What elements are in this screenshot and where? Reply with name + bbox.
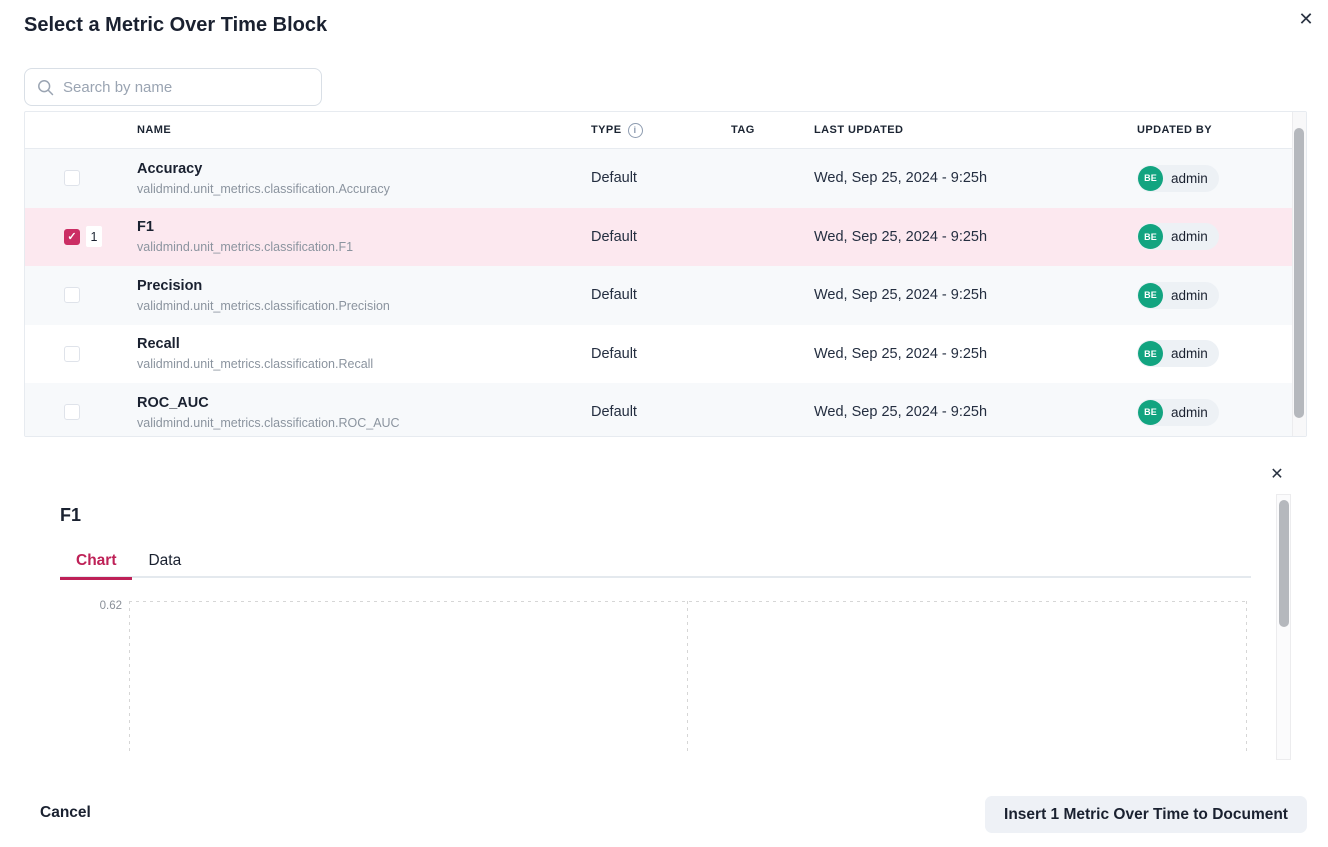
metric-id: validmind.unit_metrics.classification.RO… <box>137 416 591 430</box>
metric-id: validmind.unit_metrics.classification.Re… <box>137 357 591 371</box>
chart-border-left <box>129 601 130 755</box>
insert-button[interactable]: Insert 1 Metric Over Time to Document <box>985 796 1307 833</box>
metric-type: Default <box>591 170 731 186</box>
column-header-type: TYPEi <box>591 123 731 138</box>
metric-name: Precision <box>137 278 591 294</box>
avatar: BE <box>1138 283 1163 308</box>
metric-last-updated: Wed, Sep 25, 2024 - 9:25h <box>814 229 1137 245</box>
metric-name: F1 <box>137 219 591 235</box>
avatar: BE <box>1138 166 1163 191</box>
metric-id: validmind.unit_metrics.classification.Pr… <box>137 299 591 313</box>
updated-by-badge: BEadmin <box>1137 399 1219 426</box>
metric-id: validmind.unit_metrics.classification.Ac… <box>137 182 591 196</box>
table-row-f1[interactable]: ✓ 1 F1 validmind.unit_metrics.classifica… <box>25 208 1292 267</box>
metric-name: Accuracy <box>137 161 591 177</box>
updated-by-badge: BEadmin <box>1137 165 1219 192</box>
table-row-recall[interactable]: Recall validmind.unit_metrics.classifica… <box>25 325 1292 384</box>
column-header-updated-by: UPDATED BY <box>1137 124 1292 136</box>
tab-chart[interactable]: Chart <box>60 543 132 578</box>
preview-scrollbar-thumb[interactable] <box>1279 500 1289 627</box>
chart-border-right <box>1246 601 1247 755</box>
row-checkbox[interactable] <box>64 170 80 186</box>
avatar: BE <box>1138 224 1163 249</box>
tab-data[interactable]: Data <box>132 543 197 578</box>
updated-by-badge: BEadmin <box>1137 223 1219 250</box>
chart-gridline-mid <box>687 601 688 755</box>
table-row-precision[interactable]: Precision validmind.unit_metrics.classif… <box>25 266 1292 325</box>
metric-type: Default <box>591 404 731 420</box>
row-checkbox[interactable] <box>64 404 80 420</box>
metric-name: ROC_AUC <box>137 395 591 411</box>
avatar: BE <box>1138 341 1163 366</box>
metrics-table: NAME TYPEi TAG LAST UPDATED UPDATED BY A… <box>24 111 1307 437</box>
cancel-button[interactable]: Cancel <box>40 804 91 822</box>
close-icon[interactable]: ✕ <box>1293 6 1319 32</box>
metric-last-updated: Wed, Sep 25, 2024 - 9:25h <box>814 404 1137 420</box>
column-header-last-updated: LAST UPDATED <box>814 124 1137 136</box>
avatar: BE <box>1138 400 1163 425</box>
metric-last-updated: Wed, Sep 25, 2024 - 9:25h <box>814 287 1137 303</box>
preview-title: F1 <box>60 505 81 526</box>
select-metric-modal: Select a Metric Over Time Block ✕ NAME T… <box>0 0 1328 847</box>
metric-type: Default <box>591 346 731 362</box>
search-icon <box>37 79 54 96</box>
metric-type: Default <box>591 287 731 303</box>
metric-id: validmind.unit_metrics.classification.F1 <box>137 240 591 254</box>
metric-last-updated: Wed, Sep 25, 2024 - 9:25h <box>814 170 1137 186</box>
chart-plot-area <box>129 601 1247 755</box>
column-header-tag: TAG <box>731 124 814 136</box>
row-checkbox-checked[interactable]: ✓ <box>64 229 80 245</box>
updated-by-badge: BEadmin <box>1137 340 1219 367</box>
metric-name: Recall <box>137 336 591 352</box>
search-input[interactable] <box>63 79 309 96</box>
metric-last-updated: Wed, Sep 25, 2024 - 9:25h <box>814 346 1137 362</box>
metric-type: Default <box>591 229 731 245</box>
preview-tabs: Chart Data <box>60 543 1251 578</box>
chart-border-top <box>129 601 1247 602</box>
selection-order-badge: 1 <box>86 226 102 247</box>
row-checkbox[interactable] <box>64 346 80 362</box>
table-row-roc-auc[interactable]: ROC_AUC validmind.unit_metrics.classific… <box>25 383 1292 437</box>
preview-close-icon[interactable]: ✕ <box>1266 463 1288 485</box>
table-row-accuracy[interactable]: Accuracy validmind.unit_metrics.classifi… <box>25 149 1292 208</box>
column-header-name: NAME <box>137 124 591 136</box>
search-box[interactable] <box>24 68 322 106</box>
chart-y-tick: 0.62 <box>60 600 122 612</box>
row-checkbox[interactable] <box>64 287 80 303</box>
info-icon[interactable]: i <box>628 123 643 138</box>
table-header-row: NAME TYPEi TAG LAST UPDATED UPDATED BY <box>25 112 1292 149</box>
updated-by-badge: BEadmin <box>1137 282 1219 309</box>
table-scrollbar-thumb[interactable] <box>1294 128 1304 418</box>
page-title: Select a Metric Over Time Block <box>24 14 327 37</box>
